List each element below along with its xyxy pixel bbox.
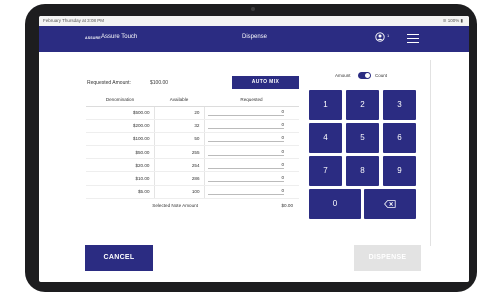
cell-denomination: $200.00 xyxy=(86,119,154,133)
requested-input[interactable]: 0 xyxy=(208,109,284,117)
cell-available: 20 xyxy=(153,106,205,120)
cancel-button[interactable]: CANCEL xyxy=(85,245,153,271)
key-1[interactable]: 1 xyxy=(309,90,342,120)
key-4[interactable]: 4 xyxy=(309,123,342,153)
toggle-label-amount: Amount xyxy=(335,73,351,78)
key-9[interactable]: 9 xyxy=(383,156,416,186)
table-row: $200.00 32 0 xyxy=(86,119,299,133)
status-bar: February Thursday at 3:08 PM ≋ 100% ▮ xyxy=(39,16,469,26)
amount-count-toggle[interactable]: Amount Count xyxy=(333,72,403,80)
requested-input[interactable]: 0 xyxy=(208,175,284,183)
total-value: $0.00 xyxy=(204,197,299,212)
denomination-table: Denomination Available Requested $500.00… xyxy=(86,94,299,212)
backspace-icon xyxy=(384,200,396,208)
scrollbar[interactable] xyxy=(430,60,431,246)
requested-input[interactable]: 0 xyxy=(208,188,284,196)
status-time: February Thursday at 3:08 PM xyxy=(43,18,104,23)
app-title: Assure Touch xyxy=(101,34,138,40)
total-row: Selected Note Amount $0.00 xyxy=(86,197,299,212)
cell-available: 255 xyxy=(153,145,205,160)
table-row: $5.00 100 0 xyxy=(86,185,299,199)
total-label: Selected Note Amount xyxy=(86,197,204,212)
profile-count[interactable]: 1 xyxy=(387,33,389,38)
cell-available: 286 xyxy=(153,171,205,186)
key-7[interactable]: 7 xyxy=(309,156,342,186)
requested-amount-label: Requested Amount: xyxy=(87,80,131,86)
requested-input[interactable]: 0 xyxy=(208,149,284,156)
table-row: $50.00 255 0 xyxy=(86,145,299,160)
camera-dot xyxy=(251,7,255,11)
table-row: $10.00 286 0 xyxy=(86,171,299,186)
col-header-available: Available xyxy=(154,94,204,107)
col-header-requested: Requested xyxy=(204,94,299,107)
table-row: $500.00 20 0 xyxy=(86,106,299,120)
battery-icon: ▮ xyxy=(460,18,463,23)
screen: February Thursday at 3:08 PM ≋ 100% ▮ AS… xyxy=(39,16,469,282)
table-header-row: Denomination Available Requested xyxy=(86,94,299,107)
wifi-icon: ≋ xyxy=(442,18,447,23)
key-6[interactable]: 6 xyxy=(383,123,416,153)
key-5[interactable]: 5 xyxy=(346,123,379,153)
cell-available: 254 xyxy=(153,158,205,173)
key-0[interactable]: 0 xyxy=(309,189,361,219)
cell-denomination: $5.00 xyxy=(86,185,154,199)
table-row: $100.00 50 0 xyxy=(86,132,299,147)
toggle-switch[interactable] xyxy=(358,72,371,79)
status-battery: ≋ 100% ▮ xyxy=(443,18,463,24)
cell-denomination: $100.00 xyxy=(86,132,154,147)
requested-input[interactable]: 0 xyxy=(208,135,284,143)
screen-title: Dispense xyxy=(242,34,268,40)
toggle-label-count: Count xyxy=(375,73,388,78)
cell-denomination: $500.00 xyxy=(86,106,154,120)
requested-input[interactable]: 0 xyxy=(208,122,284,130)
cell-denomination: $20.00 xyxy=(86,158,154,173)
top-navbar: ASSURE Assure Touch Dispense 1 xyxy=(39,26,469,52)
backspace-button[interactable] xyxy=(364,189,416,219)
key-8[interactable]: 8 xyxy=(346,156,379,186)
requested-input[interactable]: 0 xyxy=(208,162,284,169)
key-2[interactable]: 2 xyxy=(346,90,379,120)
cell-available: 100 xyxy=(153,185,205,199)
col-header-denomination: Denomination xyxy=(86,94,154,107)
brand-logo: ASSURE xyxy=(85,36,101,40)
table-row: $20.00 254 0 xyxy=(86,158,299,173)
cell-denomination: $50.00 xyxy=(86,145,154,160)
battery-level: 100% xyxy=(447,18,460,23)
profile-icon[interactable] xyxy=(375,32,385,42)
dispense-button[interactable]: DISPENSE xyxy=(354,245,421,271)
key-3[interactable]: 3 xyxy=(383,90,416,120)
cell-available: 50 xyxy=(153,132,205,147)
cell-denomination: $10.00 xyxy=(86,171,154,186)
menu-icon[interactable] xyxy=(407,34,419,43)
auto-mix-button[interactable]: AUTO MIX xyxy=(232,76,299,89)
cell-available: 32 xyxy=(153,119,205,133)
requested-amount-value: $100.00 xyxy=(150,80,169,86)
